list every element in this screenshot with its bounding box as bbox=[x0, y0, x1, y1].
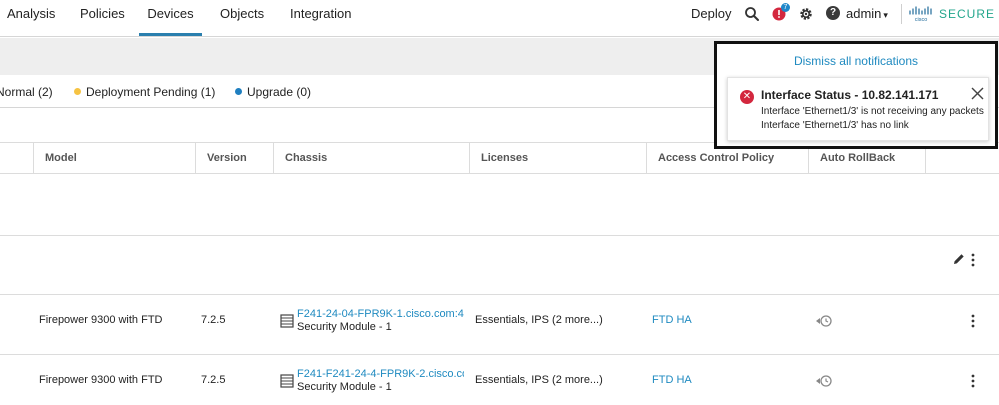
notification-title: Interface Status - 10.82.141.171 bbox=[761, 88, 939, 102]
column-header-licenses[interactable]: Licenses bbox=[469, 143, 646, 174]
edit-icon[interactable] bbox=[953, 253, 965, 265]
rollback-icon[interactable] bbox=[814, 373, 834, 389]
chassis-icon bbox=[280, 374, 294, 388]
tab-integration[interactable]: Integration bbox=[290, 0, 351, 36]
more-actions-icon[interactable] bbox=[969, 252, 977, 268]
more-actions-icon[interactable] bbox=[969, 313, 977, 329]
device-licenses: Essentials, IPS (2 more...) bbox=[475, 314, 603, 326]
tab-policies[interactable]: Policies bbox=[80, 0, 125, 36]
dismiss-all-notifications-link[interactable]: Dismiss all notifications bbox=[717, 54, 995, 68]
column-header-version[interactable]: Version bbox=[195, 143, 273, 174]
device-version: 7.2.5 bbox=[201, 314, 226, 326]
access-control-policy-link[interactable]: FTD HA bbox=[652, 374, 692, 386]
table-row[interactable]: Firepower 9300 with FTD 7.2.5 F241-24-04… bbox=[0, 295, 999, 355]
column-header-model[interactable]: Model bbox=[33, 143, 195, 174]
status-filter-upgrade[interactable]: Upgrade (0) bbox=[235, 85, 311, 99]
device-version: 7.2.5 bbox=[201, 374, 226, 386]
chassis-icon bbox=[280, 314, 294, 328]
status-filter-label: Deployment Pending (1) bbox=[86, 85, 216, 99]
user-menu[interactable]: admin ▾ bbox=[846, 0, 888, 29]
search-icon[interactable] bbox=[744, 6, 760, 22]
deploy-button[interactable]: Deploy bbox=[691, 0, 731, 27]
product-name: SECURE bbox=[939, 7, 996, 21]
status-filter-normal[interactable]: Normal (2) bbox=[0, 85, 53, 99]
chassis-link[interactable]: F241-F241-24-4-FPR9K-2.cisco.co bbox=[297, 368, 464, 380]
blue-dot-icon bbox=[235, 88, 242, 95]
close-icon[interactable] bbox=[971, 87, 984, 100]
brand-divider bbox=[901, 4, 902, 24]
notifications-count-badge: 7 bbox=[781, 3, 790, 12]
notification-message: Interface 'Ethernet1/3' is not receiving… bbox=[761, 106, 984, 117]
gear-icon[interactable] bbox=[798, 6, 814, 22]
device-model: Firepower 9300 with FTD bbox=[39, 374, 163, 386]
notification-message: Interface 'Ethernet1/3' has no link bbox=[761, 120, 909, 131]
tab-devices[interactable]: Devices bbox=[139, 0, 202, 36]
tab-objects[interactable]: Objects bbox=[220, 0, 264, 36]
notification-panel: Dismiss all notifications ✕ Interface St… bbox=[714, 41, 998, 149]
chassis-link[interactable]: F241-24-04-FPR9K-1.cisco.com:4 bbox=[297, 308, 464, 320]
more-actions-icon[interactable] bbox=[969, 373, 977, 389]
help-icon[interactable]: ? bbox=[826, 6, 840, 20]
notification-card: ✕ Interface Status - 10.82.141.171 Inter… bbox=[727, 77, 989, 141]
chassis-module: Security Module - 1 bbox=[297, 321, 392, 333]
user-name: admin bbox=[846, 6, 882, 21]
column-header-chassis[interactable]: Chassis bbox=[273, 143, 469, 174]
chevron-down-icon: ▾ bbox=[883, 10, 888, 20]
top-nav: Analysis Policies Devices Objects Integr… bbox=[0, 0, 999, 37]
cisco-logo-text: cisco bbox=[915, 17, 928, 23]
rollback-icon[interactable] bbox=[814, 313, 834, 329]
access-control-policy-link[interactable]: FTD HA bbox=[652, 314, 692, 326]
table-row[interactable]: Firepower 9300 with FTD 7.2.5 F241-F241-… bbox=[0, 355, 999, 405]
device-licenses: Essentials, IPS (2 more...) bbox=[475, 374, 603, 386]
status-filter-label: Normal (2) bbox=[0, 85, 53, 99]
error-icon: ✕ bbox=[740, 90, 754, 104]
device-model: Firepower 9300 with FTD bbox=[39, 314, 163, 326]
chassis-module: Security Module - 1 bbox=[297, 381, 392, 393]
yellow-dot-icon bbox=[74, 88, 81, 95]
status-filter-deployment-pending[interactable]: Deployment Pending (1) bbox=[74, 85, 215, 99]
status-filter-label: Upgrade (0) bbox=[247, 85, 312, 99]
ha-group-row bbox=[0, 235, 999, 295]
tab-analysis[interactable]: Analysis bbox=[7, 0, 55, 36]
cisco-logo: cisco bbox=[909, 6, 932, 23]
